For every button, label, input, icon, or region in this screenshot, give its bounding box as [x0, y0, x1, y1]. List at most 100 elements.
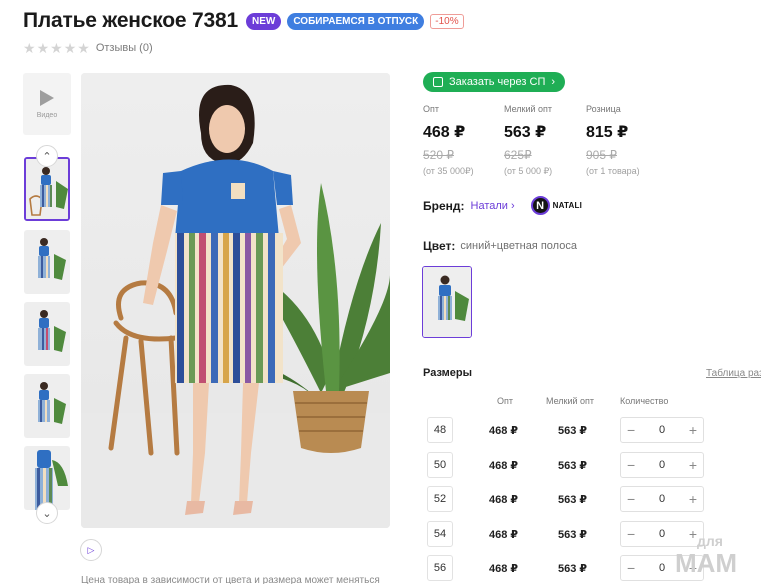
play-icon: ▷ [87, 544, 95, 555]
size-row: 56 468 ₽ 563 ₽ − 0 + [427, 555, 707, 581]
dress-photo-thumbnail [24, 446, 70, 510]
rating-stars[interactable]: ★ ★ ★ ★ ★ [23, 41, 90, 55]
size-small-opt-price: 563 ₽ [558, 425, 588, 437]
price-current: 815 ₽ [586, 124, 629, 141]
quantity-stepper: − 0 + [620, 486, 704, 512]
price-retail: Розница 815 ₽ 905 ₽ (от 1 товара) [586, 104, 640, 176]
price-old: 625₽ [504, 148, 532, 162]
price-min: (от 1 товара) [586, 166, 640, 176]
size-value: 50 [427, 452, 453, 478]
bag-icon [433, 77, 443, 87]
size-table-link[interactable]: Таблица раз [706, 368, 761, 379]
title-row: Платье женское 7381 NEW СОБИРАЕМСЯ В ОТП… [23, 9, 464, 33]
size-value: 54 [427, 521, 453, 547]
plus-button[interactable]: + [689, 492, 697, 506]
header-small-opt: Мелкий опт [546, 396, 595, 406]
thumbnail-image[interactable] [24, 230, 70, 294]
price-old: 520 ₽ [423, 148, 454, 162]
size-value: 48 [427, 417, 453, 443]
price-label: Мелкий опт [504, 104, 553, 114]
thumbnail-image[interactable] [24, 302, 70, 366]
reviews-link[interactable]: Отзывы (0) [96, 42, 153, 54]
chevron-down-icon: ⌄ [42, 507, 52, 520]
price-label: Опт [423, 104, 439, 114]
minus-button[interactable]: − [627, 561, 635, 575]
quantity-value[interactable]: 0 [659, 459, 665, 471]
play-icon [40, 89, 54, 106]
order-button-label: Заказать через СП [449, 76, 546, 88]
price-note: Цена товара в зависимости от цвета и раз… [81, 575, 380, 584]
size-small-opt-price: 563 ₽ [558, 494, 588, 506]
size-value: 52 [427, 486, 453, 512]
watermark: для МАМ [675, 530, 738, 578]
thumbnail-strip: Видео ⌃ ⌄ [23, 73, 71, 524]
thumbnails-down-button[interactable]: ⌄ [36, 502, 58, 524]
size-row: 54 468 ₽ 563 ₽ − 0 + [427, 521, 707, 547]
chevron-right-icon: › [551, 76, 556, 88]
price-current: 563 ₽ [504, 124, 547, 141]
quantity-value[interactable]: 0 [659, 562, 665, 574]
price-current: 468 ₽ [423, 124, 466, 141]
order-via-sp-button[interactable]: Заказать через СП › [423, 72, 566, 92]
vacation-badge[interactable]: СОБИРАЕМСЯ В ОТПУСК [287, 12, 425, 30]
star-icon: ★ [36, 40, 50, 56]
quantity-value[interactable]: 0 [659, 424, 665, 436]
size-opt-price: 468 ₽ [489, 529, 519, 541]
brand-row: Бренд: Натали › N NATALI [423, 196, 582, 215]
color-row: Цвет: синий+цветная полоса [423, 239, 577, 253]
color-label: Цвет: [423, 239, 456, 253]
plus-button[interactable]: + [689, 458, 697, 472]
thumbnails-up-button[interactable]: ⌃ [36, 145, 58, 167]
discount-badge: -10% [430, 13, 464, 29]
video-thumbnail[interactable]: Видео [23, 73, 71, 135]
price-old: 905 ₽ [586, 148, 617, 162]
quantity-value[interactable]: 0 [659, 528, 665, 540]
size-row: 52 468 ₽ 563 ₽ − 0 + [427, 486, 707, 512]
star-icon: ★ [63, 40, 77, 56]
size-row: 50 468 ₽ 563 ₽ − 0 + [427, 452, 707, 478]
star-icon: ★ [77, 40, 90, 56]
minus-button[interactable]: − [627, 527, 635, 541]
play-video-button[interactable]: ▷ [80, 539, 102, 561]
rating-row: ★ ★ ★ ★ ★ Отзывы (0) [23, 41, 153, 55]
brand-logo-icon: N [530, 196, 550, 215]
watermark-line2: МАМ [675, 548, 738, 578]
brand-link[interactable]: Натали › [471, 200, 515, 212]
header-opt: Опт [497, 396, 513, 406]
price-label: Розница [586, 104, 621, 114]
quantity-value[interactable]: 0 [659, 493, 665, 505]
sizes-title: Размеры [423, 367, 473, 379]
thumbnail-image[interactable] [24, 446, 70, 510]
minus-button[interactable]: − [627, 423, 635, 437]
dress-photo-thumbnail [24, 230, 70, 294]
brand-logo[interactable]: N NATALI [530, 196, 582, 215]
dress-photo-thumbnail [24, 374, 70, 438]
plus-button[interactable]: + [689, 423, 697, 437]
size-opt-price: 468 ₽ [489, 563, 519, 575]
star-icon: ★ [23, 40, 36, 56]
price-opt: Опт 468 ₽ 520 ₽ (от 35 000₽) [423, 104, 474, 177]
price-min: (от 35 000₽) [423, 166, 474, 176]
quantity-stepper: − 0 + [620, 417, 704, 443]
dress-photo-thumbnail [24, 302, 70, 366]
size-opt-price: 468 ₽ [489, 460, 519, 472]
quantity-stepper: − 0 + [620, 452, 704, 478]
minus-button[interactable]: − [627, 458, 635, 472]
brand-logo-text: NATALI [552, 201, 582, 210]
price-small-opt: Мелкий опт 563 ₽ 625₽ (от 5 000 ₽) [504, 104, 552, 177]
size-small-opt-price: 563 ₽ [558, 563, 588, 575]
brand-label: Бренд: [423, 198, 465, 213]
minus-button[interactable]: − [627, 492, 635, 506]
dress-photo [81, 73, 390, 528]
dress-photo-thumbnail [26, 159, 68, 219]
product-title: Платье женское 7381 [23, 9, 238, 32]
thumbnail-image[interactable] [24, 374, 70, 438]
video-label: Видео [36, 111, 58, 119]
price-min: (от 5 000 ₽) [504, 166, 553, 176]
star-icon: ★ [50, 40, 63, 56]
main-product-photo[interactable] [81, 73, 390, 528]
color-swatch[interactable] [422, 266, 472, 338]
new-badge: NEW [245, 12, 282, 30]
size-small-opt-price: 563 ₽ [558, 529, 588, 541]
color-value: синий+цветная полоса [460, 240, 577, 252]
